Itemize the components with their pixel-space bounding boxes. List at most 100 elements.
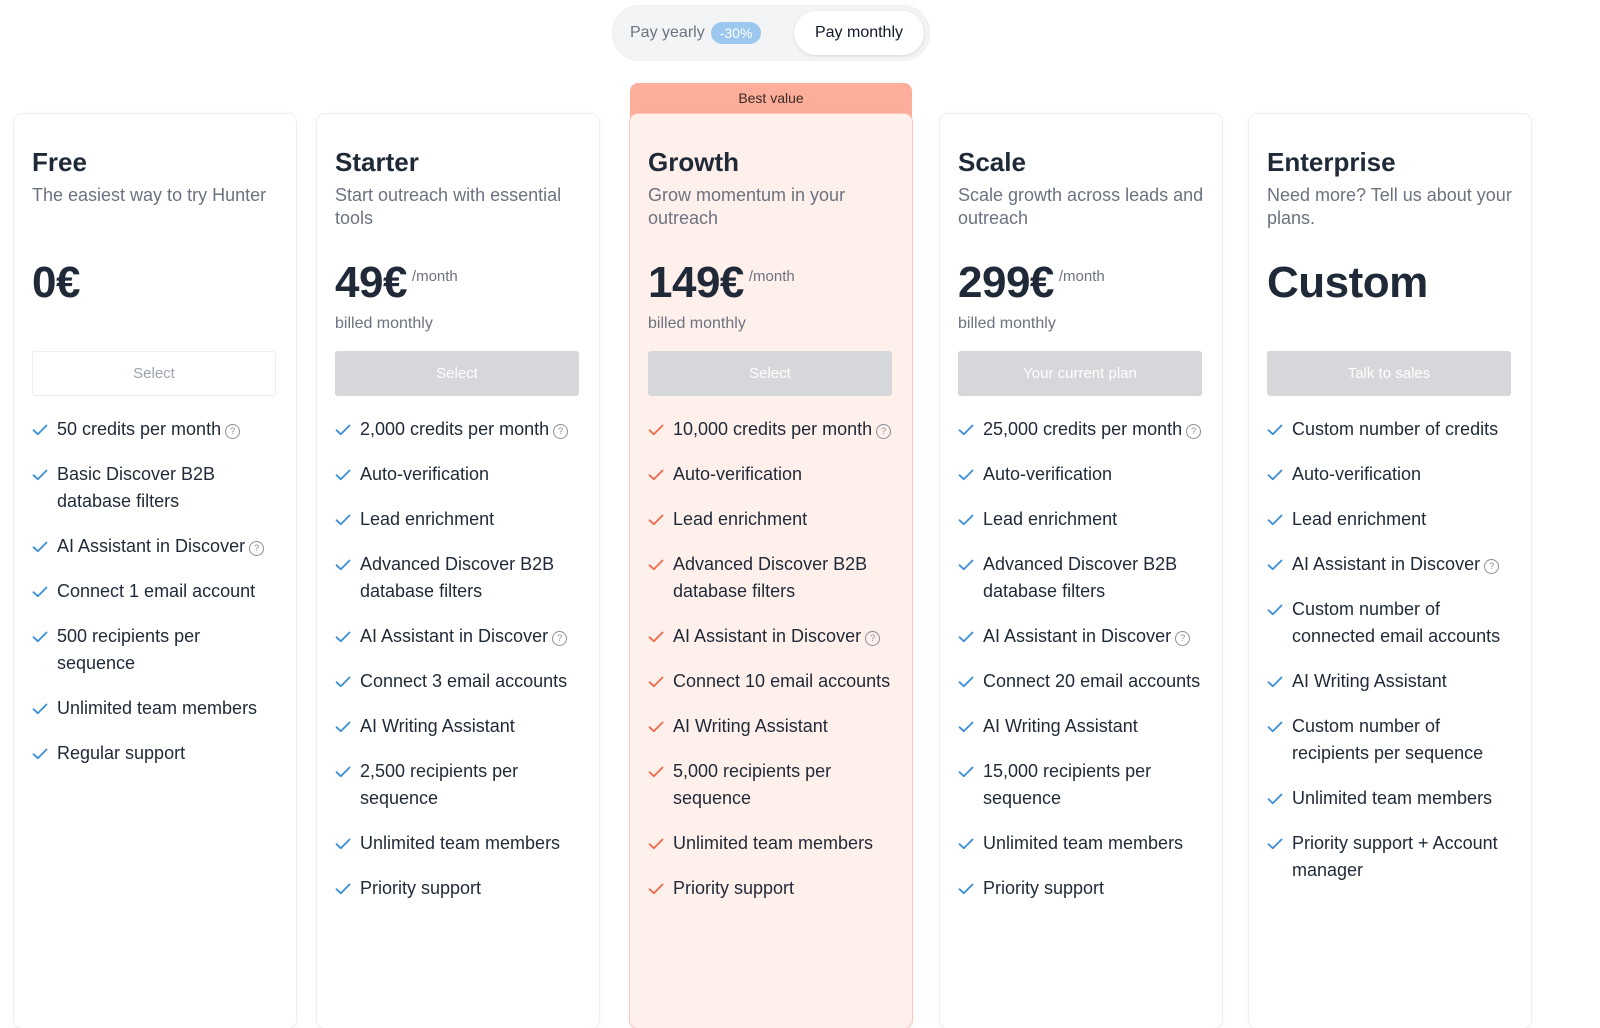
feature-text: Regular support bbox=[57, 740, 282, 767]
pay-monthly-option[interactable]: Pay monthly bbox=[794, 11, 924, 55]
check-icon bbox=[1267, 596, 1283, 623]
feature-item: Connect 1 email account bbox=[32, 578, 282, 605]
feature-label: AI Writing Assistant bbox=[983, 716, 1138, 736]
feature-text: Unlimited team members bbox=[673, 830, 898, 857]
check-icon bbox=[648, 551, 664, 578]
check-icon bbox=[32, 623, 48, 650]
feature-item: Custom number of connected email account… bbox=[1267, 596, 1517, 650]
feature-text: AI Assistant in Discover? bbox=[673, 623, 898, 650]
feature-item: AI Assistant in Discover? bbox=[1267, 551, 1517, 578]
feature-item: AI Writing Assistant bbox=[958, 713, 1208, 740]
select-plan-button[interactable]: Select bbox=[648, 351, 892, 396]
check-icon bbox=[648, 668, 664, 695]
feature-label: AI Writing Assistant bbox=[673, 716, 828, 736]
billing-period-toggle[interactable]: Pay yearly -30% Pay monthly bbox=[612, 5, 930, 61]
plan-price: 299€ bbox=[958, 258, 1054, 307]
check-icon bbox=[958, 758, 974, 785]
plan-billing-note bbox=[1267, 314, 1513, 334]
plan-billing-note bbox=[32, 314, 278, 334]
feature-text: 25,000 credits per month? bbox=[983, 416, 1208, 443]
check-icon bbox=[958, 713, 974, 740]
check-icon bbox=[1267, 506, 1283, 533]
check-icon bbox=[1267, 830, 1283, 857]
feature-text: Connect 10 email accounts bbox=[673, 668, 898, 695]
feature-text: Auto-verification bbox=[983, 461, 1208, 488]
plan-price-period: /month bbox=[748, 268, 795, 285]
check-icon bbox=[1267, 785, 1283, 812]
feature-item: Custom number of credits bbox=[1267, 416, 1517, 443]
help-icon[interactable]: ? bbox=[552, 631, 568, 646]
check-icon bbox=[335, 830, 351, 857]
help-icon[interactable]: ? bbox=[876, 424, 892, 439]
plan-price-period: /month bbox=[411, 268, 458, 285]
feature-text: Priority support bbox=[673, 875, 898, 902]
feature-label: Lead enrichment bbox=[360, 509, 495, 529]
check-icon bbox=[32, 461, 48, 488]
feature-label: Priority support bbox=[983, 878, 1105, 898]
feature-text: Advanced Discover B2B database filters bbox=[673, 551, 898, 605]
help-icon[interactable]: ? bbox=[865, 631, 881, 646]
feature-label: Unlimited team members bbox=[57, 698, 258, 718]
select-plan-button[interactable]: Select bbox=[32, 351, 276, 396]
check-icon bbox=[32, 740, 48, 767]
feature-text: Custom number of recipients per sequence bbox=[1292, 713, 1517, 767]
feature-item: AI Writing Assistant bbox=[1267, 668, 1517, 695]
feature-label: Priority support bbox=[360, 878, 482, 898]
feature-text: Priority support bbox=[983, 875, 1208, 902]
feature-label: AI Writing Assistant bbox=[1292, 671, 1447, 691]
plan-description: Scale growth across leads and outreach bbox=[958, 185, 1204, 228]
plan-card-starter: Starter Start outreach with essential to… bbox=[317, 114, 599, 1028]
feature-label: Connect 3 email accounts bbox=[360, 671, 568, 691]
feature-text: Auto-verification bbox=[360, 461, 585, 488]
feature-item: 500 recipients per sequence bbox=[32, 623, 282, 677]
feature-text: Advanced Discover B2B database filters bbox=[360, 551, 585, 605]
feature-text: Lead enrichment bbox=[1292, 506, 1517, 533]
feature-label: Advanced Discover B2B database filters bbox=[360, 554, 555, 601]
current-plan-button[interactable]: Your current plan bbox=[958, 351, 1202, 396]
feature-label: Lead enrichment bbox=[983, 509, 1118, 529]
plan-card-growth: Growth Grow momentum in your outreach 14… bbox=[630, 114, 912, 1028]
feature-text: AI Assistant in Discover? bbox=[360, 623, 585, 650]
feature-label: Custom number of recipients per sequence bbox=[1292, 716, 1484, 763]
feature-label: Connect 20 email accounts bbox=[983, 671, 1201, 691]
feature-label: 25,000 credits per month bbox=[983, 419, 1183, 439]
check-icon bbox=[648, 416, 664, 443]
plan-price-row: 0€ bbox=[32, 260, 278, 306]
feature-text: Unlimited team members bbox=[360, 830, 585, 857]
feature-label: Unlimited team members bbox=[1292, 788, 1493, 808]
help-icon[interactable]: ? bbox=[1175, 631, 1191, 646]
check-icon bbox=[335, 623, 351, 650]
feature-item: Unlimited team members bbox=[1267, 785, 1517, 812]
check-icon bbox=[1267, 668, 1283, 695]
feature-label: Basic Discover B2B database filters bbox=[57, 464, 216, 511]
talk-to-sales-button[interactable]: Talk to sales bbox=[1267, 351, 1511, 396]
check-icon bbox=[32, 578, 48, 605]
feature-item: Advanced Discover B2B database filters bbox=[958, 551, 1208, 605]
pay-yearly-option[interactable]: Pay yearly -30% bbox=[630, 19, 762, 47]
feature-text: AI Assistant in Discover? bbox=[1292, 551, 1517, 578]
feature-item: Connect 3 email accounts bbox=[335, 668, 585, 695]
check-icon bbox=[335, 668, 351, 695]
feature-label: Auto-verification bbox=[673, 464, 803, 484]
pay-yearly-label: Pay yearly bbox=[630, 24, 705, 41]
check-icon bbox=[1267, 416, 1283, 443]
help-icon[interactable]: ? bbox=[225, 424, 241, 439]
check-icon bbox=[335, 551, 351, 578]
feature-text: Unlimited team members bbox=[983, 830, 1208, 857]
feature-text: Unlimited team members bbox=[1292, 785, 1517, 812]
feature-text: AI Assistant in Discover? bbox=[57, 533, 282, 560]
feature-text: Lead enrichment bbox=[673, 506, 898, 533]
select-plan-button[interactable]: Select bbox=[335, 351, 579, 396]
plan-name: Scale bbox=[958, 147, 1026, 177]
help-icon[interactable]: ? bbox=[553, 424, 569, 439]
feature-item: Unlimited team members bbox=[32, 695, 282, 722]
feature-item: Auto-verification bbox=[335, 461, 585, 488]
check-icon bbox=[335, 713, 351, 740]
feature-label: Regular support bbox=[57, 743, 186, 763]
help-icon[interactable]: ? bbox=[1484, 559, 1500, 574]
plan-price-row: 299€ /month bbox=[958, 260, 1204, 306]
feature-label: 5,000 recipients per sequence bbox=[673, 761, 832, 808]
help-icon[interactable]: ? bbox=[1186, 424, 1202, 439]
help-icon[interactable]: ? bbox=[249, 541, 265, 556]
feature-item: AI Writing Assistant bbox=[335, 713, 585, 740]
